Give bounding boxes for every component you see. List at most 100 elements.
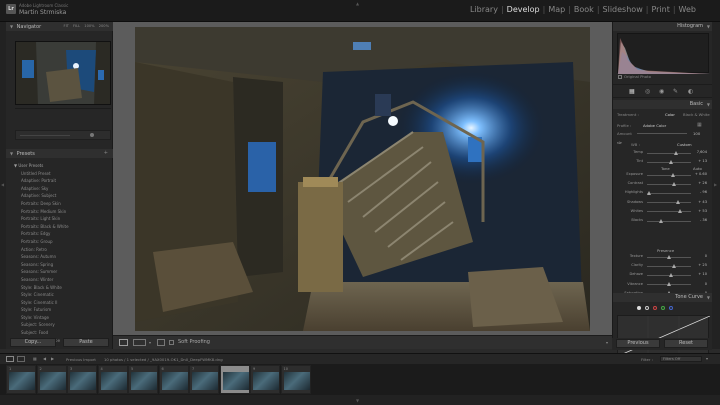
masking-icon[interactable]: ✎ <box>673 88 678 95</box>
slider-track[interactable] <box>647 152 691 154</box>
preset-item[interactable]: Style: Cinematic II <box>10 299 108 307</box>
module-slideshow[interactable]: Slideshow <box>601 5 645 14</box>
curve-rgb-icon[interactable] <box>645 306 649 310</box>
preset-item[interactable]: Style: Black & White <box>10 284 108 292</box>
slider-track[interactable] <box>647 220 691 222</box>
slider-value[interactable]: - 96 <box>691 190 707 194</box>
filmstrip-thumbnail[interactable]: 4 <box>97 365 128 394</box>
preset-item[interactable]: Style: Futurism <box>10 306 108 314</box>
auto-tone-button[interactable]: Auto <box>693 166 702 171</box>
collapse-right-icon[interactable]: ▶ <box>714 182 717 187</box>
photo-canvas[interactable] <box>113 22 612 335</box>
gradient-icon[interactable]: ◐ <box>688 88 693 95</box>
tone-curve-header[interactable]: Tone Curve ▼ <box>613 293 713 302</box>
before-after-icon[interactable] <box>133 339 146 346</box>
amount-value[interactable]: 100 <box>693 131 700 136</box>
soft-proofing-checkbox[interactable] <box>169 340 174 345</box>
histogram[interactable] <box>617 33 710 74</box>
profile-select[interactable]: Adobe Color <box>643 123 666 128</box>
histogram-header[interactable]: Histogram ▼ <box>613 22 713 31</box>
slider-value[interactable]: - 36 <box>691 218 707 222</box>
previous-button[interactable]: Previous <box>616 339 660 348</box>
preset-item[interactable]: Portraits: Deep Skin <box>10 200 108 208</box>
preset-item[interactable]: Style: Cinematic <box>10 291 108 299</box>
slider-tint[interactable]: Tint + 13 <box>621 159 707 165</box>
slider-value[interactable]: 0 <box>691 282 707 286</box>
zoom-fill[interactable]: FILL <box>73 24 80 28</box>
filmstrip-thumbnail[interactable]: 8 <box>219 365 250 394</box>
navigator-preview[interactable] <box>15 41 111 105</box>
slider-vibrance[interactable]: Vibrance 0 <box>621 282 707 288</box>
filmstrip-thumbnail[interactable]: 9 <box>250 365 280 394</box>
preset-item[interactable]: Adaptive: Sky <box>10 185 108 193</box>
preset-item[interactable]: Action: Retro <box>10 246 108 254</box>
profile-browser-icon[interactable]: ▦ <box>697 122 702 128</box>
wb-select[interactable]: Custom <box>677 142 692 147</box>
navigator-header[interactable]: ▼ Navigator FIT FILL 100% 200% <box>6 22 113 31</box>
preset-item[interactable]: Adaptive: Portrait <box>10 177 108 185</box>
crop-overlay-icon[interactable]: ▦ <box>629 88 635 95</box>
before-after-dropdown-icon[interactable]: ▾ <box>149 340 151 345</box>
slider-whites[interactable]: Whites + 53 <box>621 209 707 215</box>
original-photo-checkbox[interactable] <box>618 75 622 79</box>
curve-point-icon[interactable] <box>637 306 641 310</box>
add-preset-icon[interactable]: + <box>104 149 108 158</box>
spot-removal-icon[interactable]: ◎ <box>645 88 650 95</box>
back-icon[interactable]: ◀ <box>43 356 46 361</box>
amount-slider-track[interactable] <box>637 133 687 134</box>
copy-button[interactable]: Copy... <box>10 338 56 347</box>
module-map[interactable]: Map <box>546 5 567 14</box>
preset-item[interactable]: Seasons: Spring <box>10 261 108 269</box>
filter-select[interactable]: Filters Off <box>660 356 702 362</box>
slider-knob[interactable] <box>678 209 683 214</box>
slider-knob[interactable] <box>659 218 664 223</box>
zoom-100[interactable]: 100% <box>84 24 94 28</box>
forward-icon[interactable]: ▶ <box>51 356 54 361</box>
slider-value[interactable]: + 53 <box>691 209 707 213</box>
preset-item[interactable]: Adaptive: Subject <box>10 192 108 200</box>
loupe-view-icon[interactable] <box>119 339 128 346</box>
preset-item[interactable]: Portraits: Edgy <box>10 230 108 238</box>
module-web[interactable]: Web <box>677 5 698 14</box>
collapse-bottom-icon[interactable]: ▼ <box>356 398 359 403</box>
grid-view-icon[interactable]: ▦ <box>33 356 37 361</box>
slider-texture[interactable]: Texture 0 <box>621 254 707 260</box>
module-library[interactable]: Library <box>468 5 500 14</box>
swap-icon[interactable] <box>157 339 165 346</box>
toolbar-menu-icon[interactable]: ▾ <box>606 340 608 345</box>
preset-item[interactable]: Portraits: Light Skin <box>10 215 108 223</box>
preset-item[interactable]: Subject: Scenery <box>10 321 108 329</box>
preset-item[interactable]: Portraits: Group <box>10 238 108 246</box>
module-print[interactable]: Print <box>649 5 671 14</box>
filmstrip-thumbnail[interactable]: 2 <box>36 365 67 394</box>
wb-eyedropper-icon[interactable]: ✑ <box>617 140 622 147</box>
filmstrip-thumbnail[interactable]: 3 <box>67 365 97 394</box>
slider-knob[interactable] <box>674 150 679 155</box>
red-eye-icon[interactable]: ◉ <box>659 88 664 95</box>
preset-item[interactable]: Seasons: Winter <box>10 276 108 284</box>
reset-button[interactable]: Reset <box>664 339 708 348</box>
slider-track[interactable] <box>647 211 691 213</box>
preset-item[interactable]: Portraits: Medium Skin <box>10 208 108 216</box>
slider-dehaze[interactable]: Dehaze + 10 <box>621 272 707 278</box>
slider-blacks[interactable]: Blacks - 36 <box>621 218 707 224</box>
slider-track[interactable] <box>647 202 691 204</box>
slider-value[interactable]: + 26 <box>691 181 707 185</box>
slider-knob[interactable] <box>672 181 677 186</box>
slider-track[interactable] <box>647 183 691 185</box>
slider-highlights[interactable]: Highlights - 96 <box>621 190 707 196</box>
zoom-fit[interactable]: FIT <box>64 24 69 28</box>
preset-item[interactable]: Subject: Food <box>10 329 108 337</box>
slider-shadows[interactable]: Shadows + 43 <box>621 200 707 206</box>
main-window-icon[interactable] <box>6 356 14 362</box>
slider-track[interactable] <box>647 174 691 176</box>
collapse-left-icon[interactable]: ◀ <box>1 182 4 187</box>
slider-value[interactable]: + 13 <box>691 159 707 163</box>
filmstrip-thumbnail[interactable]: 1 <box>6 365 36 394</box>
slider-temp[interactable]: Temp 7,604 <box>621 150 707 156</box>
slider-knob[interactable] <box>672 263 677 268</box>
slider-value[interactable]: + 43 <box>691 200 707 204</box>
slider-knob[interactable] <box>669 159 674 164</box>
slider-knob[interactable] <box>676 200 681 205</box>
second-window-icon[interactable] <box>17 356 25 362</box>
